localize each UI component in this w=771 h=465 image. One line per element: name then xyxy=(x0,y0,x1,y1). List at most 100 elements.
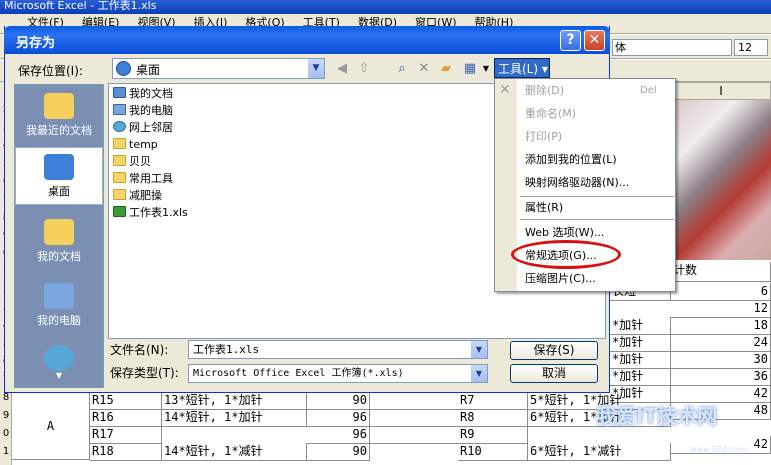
computer-icon xyxy=(44,283,74,309)
menu-item-rename[interactable]: 重命名(M) xyxy=(525,104,673,124)
cell-count-header[interactable]: 计数 xyxy=(671,262,771,282)
cell-row-val[interactable]: 90 xyxy=(307,392,370,410)
menu-item-map-drive[interactable]: 映射网络驱动器(N)... xyxy=(525,173,673,193)
place-desktop[interactable]: 桌面 xyxy=(15,147,103,205)
list-item[interactable]: 网上邻居 xyxy=(113,119,173,136)
up-folder-icon[interactable]: ⇧ xyxy=(354,59,374,78)
cell-row-desc[interactable] xyxy=(162,426,307,427)
row-number[interactable]: 9 xyxy=(0,410,12,421)
cell-row-id2[interactable]: R10 xyxy=(458,443,528,461)
views-dropdown-icon[interactable]: ▼ xyxy=(480,59,492,78)
cell-row-id[interactable]: R15 xyxy=(90,392,162,410)
delete-icon[interactable]: ✕ xyxy=(414,59,434,78)
cell-row-desc[interactable]: 14*短针, 1*减针 xyxy=(162,443,307,461)
cell-row-id[interactable]: R16 xyxy=(90,409,162,427)
list-item[interactable]: 常用工具 xyxy=(113,170,173,187)
cell-empty[interactable] xyxy=(370,426,458,427)
network-icon xyxy=(113,121,126,132)
watermark-url: www.52it.com xyxy=(690,445,747,454)
tools-menu-button[interactable]: 工具(L) ▾ xyxy=(494,58,550,78)
highlight-ellipse xyxy=(511,240,621,269)
menu-item-add-to-places[interactable]: 添加到我的位置(L) xyxy=(525,150,673,170)
place-network[interactable] xyxy=(15,345,103,374)
font-name-box[interactable]: 体 xyxy=(612,39,732,56)
cell-count[interactable]: 30 xyxy=(671,351,771,369)
filetype-select[interactable]: Microsoft Office Excel 工作簿(*.xls) xyxy=(188,364,488,383)
cell-count[interactable]: 36 xyxy=(671,368,771,386)
folder-icon xyxy=(113,138,126,149)
close-button[interactable]: ✕ xyxy=(584,30,605,51)
cell-row-id2[interactable]: R8 xyxy=(458,409,528,427)
menu-separator xyxy=(520,219,674,220)
cell-desc-right[interactable]: *加针 xyxy=(610,334,671,352)
list-item[interactable]: 我的电脑 xyxy=(113,102,173,119)
embedded-photo[interactable] xyxy=(672,100,771,260)
cell-row-desc[interactable]: 13*短针, 1*加针 xyxy=(162,392,307,410)
cell-row-val[interactable]: 90 xyxy=(307,443,370,461)
views-icon[interactable]: ▦ xyxy=(460,59,480,78)
cell-row-val[interactable]: 96 xyxy=(307,426,370,444)
cell-desc-right[interactable]: *加针 xyxy=(610,317,671,335)
filename-input[interactable]: 工作表1.xls xyxy=(188,340,488,359)
save-button[interactable]: 保存(S) xyxy=(510,341,598,360)
cell-row-val[interactable]: 96 xyxy=(307,409,370,427)
delete-icon: ✕ xyxy=(499,82,511,98)
back-icon[interactable]: ◀ xyxy=(332,59,352,78)
cancel-button[interactable]: 取消 xyxy=(510,364,598,383)
list-item[interactable]: 工作表1.xls xyxy=(113,204,188,221)
new-folder-icon[interactable]: ▰ xyxy=(436,59,456,78)
filename-label: 文件名(N): xyxy=(110,343,169,357)
row-number[interactable]: 1 xyxy=(0,446,12,457)
menu-item-print[interactable]: 打印(P) xyxy=(525,127,673,147)
network-icon xyxy=(44,345,74,371)
row-number[interactable]: 8 xyxy=(0,392,12,403)
file-label: 常用工具 xyxy=(129,172,173,185)
cell-desc-right[interactable]: *加针 xyxy=(610,351,671,369)
cell-count[interactable]: 6 xyxy=(671,283,771,301)
list-item[interactable]: temp xyxy=(113,136,158,153)
file-label: 网上邻居 xyxy=(129,121,173,134)
excel-title-bar: Microsoft Excel - 工作表1.xls xyxy=(0,0,771,14)
cell-row-id[interactable]: R18 xyxy=(90,443,162,461)
file-label: 减肥操 xyxy=(129,189,162,202)
cell-row-desc[interactable]: 14*短针, 1*加针 xyxy=(162,409,307,427)
cell-group-label[interactable]: A xyxy=(12,392,90,460)
chevron-down-icon[interactable]: ▼ xyxy=(471,365,487,382)
folder-icon xyxy=(113,155,126,166)
column-header-i[interactable]: I xyxy=(671,82,771,100)
place-my-documents[interactable]: 我的文档 xyxy=(15,219,103,264)
list-item[interactable]: 减肥操 xyxy=(113,187,162,204)
file-label: 我的文档 xyxy=(129,87,173,100)
delete-shortcut: Del xyxy=(640,85,657,96)
search-web-icon[interactable]: ⌕ xyxy=(392,59,412,78)
file-label: 工作表1.xls xyxy=(129,206,188,219)
font-size-box[interactable]: 12 xyxy=(734,39,768,56)
menu-item-compress-pictures[interactable]: 压缩图片(C)... xyxy=(525,269,673,289)
row-number[interactable]: 0 xyxy=(0,428,12,439)
cell-count[interactable]: 18 xyxy=(671,317,771,335)
cell-count[interactable]: 12 xyxy=(671,300,771,318)
save-location-label: 保存位置(I): xyxy=(18,64,83,78)
list-item[interactable]: 贝贝 xyxy=(113,153,151,170)
place-recent-documents[interactable]: 我最近的文档 xyxy=(15,93,103,138)
dialog-title-bar[interactable] xyxy=(4,26,610,54)
cell-row-id[interactable]: R17 xyxy=(90,426,162,444)
list-item[interactable]: 我的文档 xyxy=(113,85,173,102)
scroll-down-icon[interactable]: ▼ xyxy=(15,371,103,380)
cell-row-id2[interactable]: R9 xyxy=(458,426,528,444)
cell-row-id2[interactable]: R7 xyxy=(458,392,528,410)
filetype-label: 保存类型(T): xyxy=(110,366,179,380)
folder-icon xyxy=(113,172,126,183)
cell-empty[interactable] xyxy=(370,409,458,410)
dialog-title: 另存为 xyxy=(16,36,56,51)
cell-empty[interactable] xyxy=(370,443,458,444)
menu-item-properties[interactable]: 属性(R) xyxy=(525,198,673,218)
help-button[interactable]: ? xyxy=(560,30,581,51)
chevron-down-icon[interactable]: ▼ xyxy=(471,341,487,358)
place-my-computer[interactable]: 我的电脑 xyxy=(15,283,103,328)
chevron-down-icon[interactable]: ▼ xyxy=(308,59,324,78)
documents-folder-icon xyxy=(44,219,74,245)
cell-desc-right[interactable]: *加针 xyxy=(610,368,671,386)
cell-count[interactable]: 24 xyxy=(671,334,771,352)
file-label: 贝贝 xyxy=(129,155,151,168)
